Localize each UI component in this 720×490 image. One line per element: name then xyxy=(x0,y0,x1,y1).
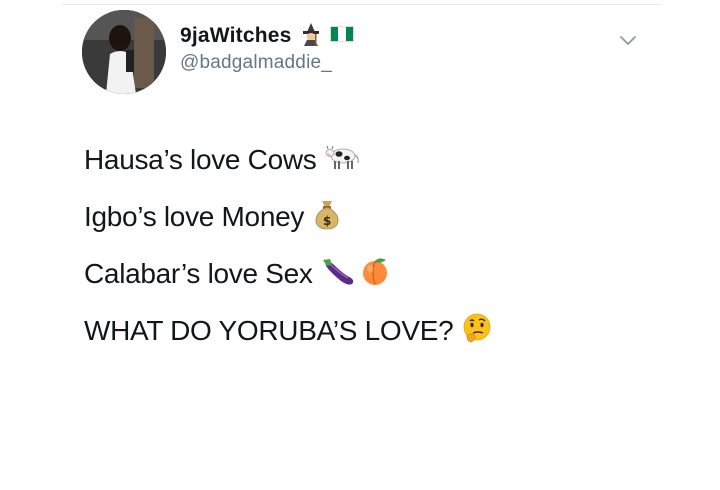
tweet-line: WHAT DO YORUBA’S LOVE? xyxy=(84,311,493,351)
cow-icon xyxy=(325,143,361,178)
tweet-line: Hausa’s love Cows xyxy=(84,140,493,180)
witch-icon xyxy=(300,22,322,51)
tweet-line: Igbo’s love Money $ xyxy=(84,197,493,237)
money-bag-icon: $ xyxy=(312,198,342,237)
tweet-header: 9jaWitches @badgalmaddie_ xyxy=(180,22,354,74)
peach-icon xyxy=(359,256,391,293)
thinking-face-icon xyxy=(461,312,493,351)
display-name[interactable]: 9jaWitches xyxy=(180,24,292,48)
eggplant-icon xyxy=(321,256,357,293)
avatar[interactable] xyxy=(82,10,166,94)
tweet-line-text: WHAT DO YORUBA’S LOVE? xyxy=(84,315,454,346)
chevron-down-icon xyxy=(620,36,636,45)
tweet-line-text: Hausa’s love Cows xyxy=(84,144,317,175)
username-handle[interactable]: @badgalmaddie_ xyxy=(180,52,354,74)
tweet-text: Hausa’s love Cows Igbo’s love Money $ Ca… xyxy=(84,140,493,368)
svg-text:$: $ xyxy=(323,214,331,228)
tweet-line-text: Calabar’s love Sex xyxy=(84,258,313,289)
tweet-card: 9jaWitches @badgalmaddie_ Hausa’s love C… xyxy=(0,0,720,490)
nigeria-flag-icon xyxy=(329,25,354,47)
avatar-photo xyxy=(82,10,166,94)
tweet-line-text: Igbo’s love Money xyxy=(84,201,305,232)
more-options-button[interactable] xyxy=(618,34,638,48)
tweet-line: Calabar’s love Sex xyxy=(84,254,493,294)
